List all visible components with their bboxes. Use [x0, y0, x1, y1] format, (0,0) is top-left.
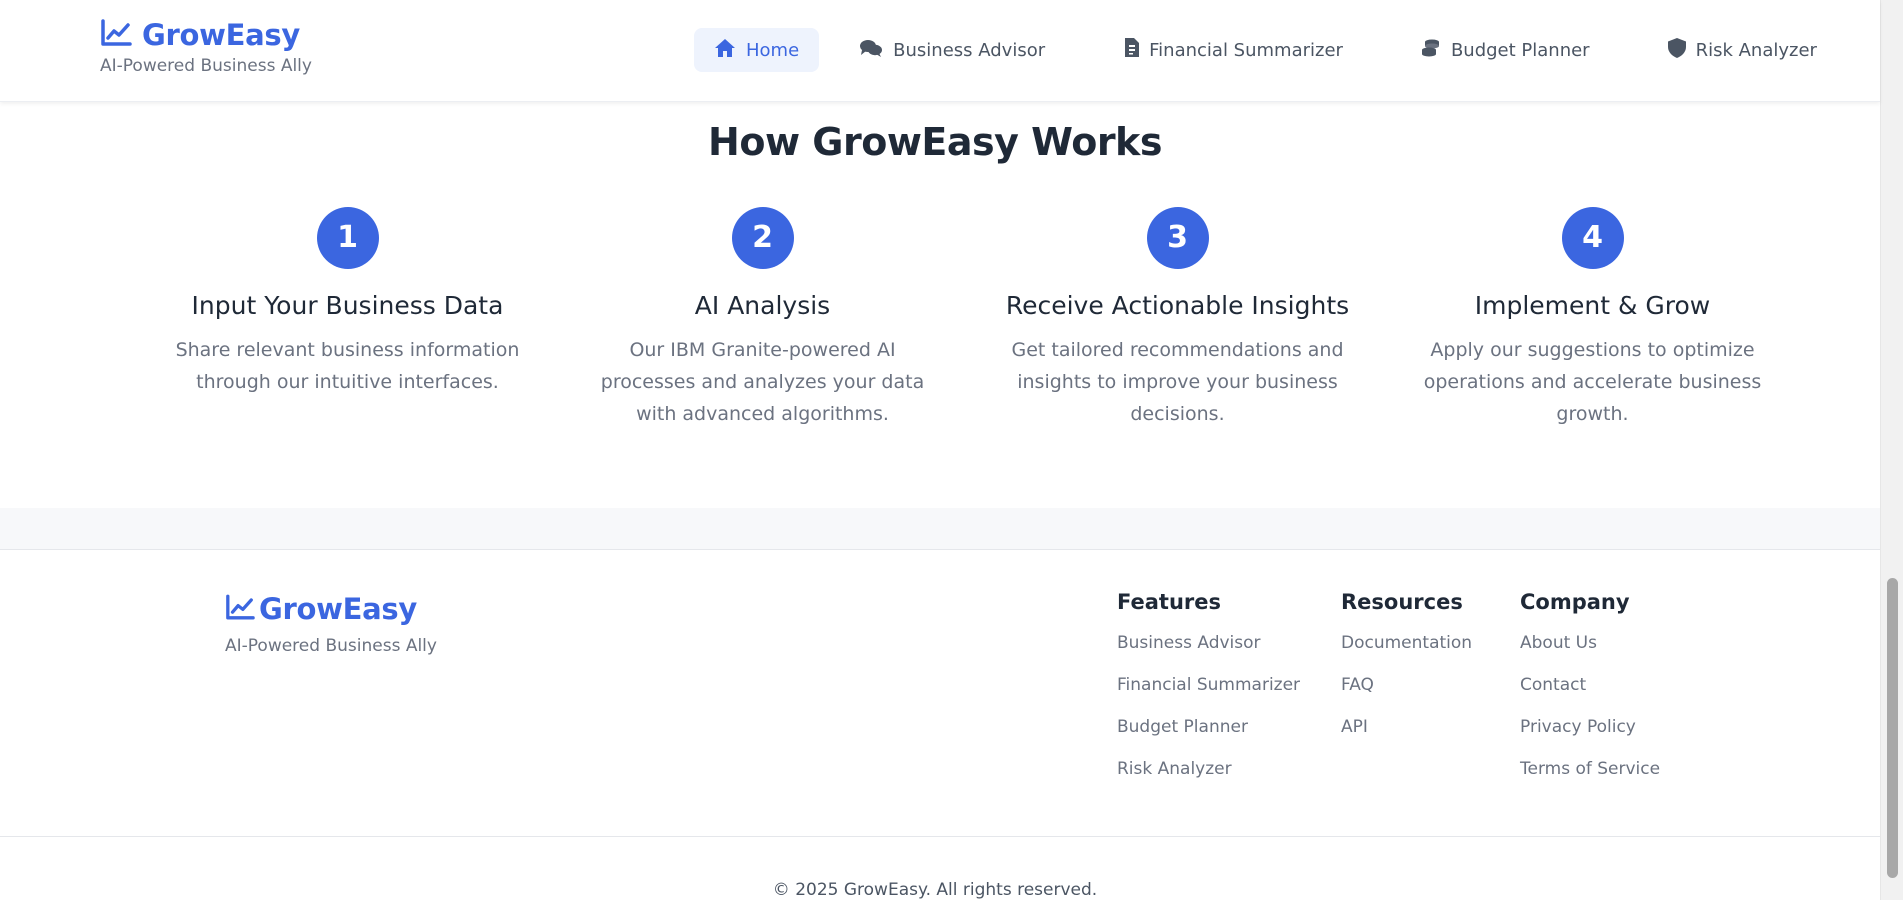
footer-link-risk-analyzer[interactable]: Risk Analyzer [1117, 758, 1300, 800]
footer-link-contact[interactable]: Contact [1520, 674, 1660, 716]
nav-financial-summarizer[interactable]: Financial Summarizer [1105, 28, 1363, 72]
step-title: Implement & Grow [1474, 291, 1711, 320]
shield-icon [1667, 37, 1686, 63]
footer-link-terms-of-service[interactable]: Terms of Service [1520, 758, 1660, 800]
main-nav: Home Business Advisor Financial Summariz… [694, 28, 1837, 72]
footer-link-business-advisor[interactable]: Business Advisor [1117, 632, 1300, 674]
page-scrollbar[interactable] [1880, 0, 1903, 900]
footer-link-api[interactable]: API [1341, 716, 1472, 758]
step-description: Our IBM Granite-powered AI processes and… [600, 339, 925, 425]
footer-divider [0, 836, 1880, 837]
footer-link-budget-planner[interactable]: Budget Planner [1117, 716, 1300, 758]
nav-risk-analyzer[interactable]: Risk Analyzer [1648, 28, 1837, 72]
file-invoice-icon [1125, 38, 1140, 62]
footer-link-privacy-policy[interactable]: Privacy Policy [1520, 716, 1660, 758]
footer-heading: Resources [1341, 590, 1463, 614]
step-number-badge: 3 [1146, 207, 1209, 269]
section-title: How GrowEasy Works [708, 120, 1162, 164]
nav-business-advisor[interactable]: Business Advisor [839, 28, 1065, 72]
step-number-badge: 4 [1561, 207, 1624, 269]
chart-line-icon [100, 19, 132, 51]
brand-subtitle: AI-Powered Business Ally [100, 56, 312, 76]
brand[interactable]: GrowEasy AI-Powered Business Ally [100, 18, 312, 76]
nav-financial-summarizer-label: Financial Summarizer [1149, 39, 1343, 61]
step-3: 3 Receive Actionable Insights Get tailor… [970, 207, 1385, 430]
top-navbar: GrowEasy AI-Powered Business Ally Home B… [0, 0, 1880, 102]
footer: GrowEasy AI-Powered Business Ally Featur… [0, 550, 1880, 900]
step-description: Apply our suggestions to optimize operat… [1423, 339, 1762, 425]
footer-column-features: Features Business Advisor Financial Summ… [1117, 590, 1300, 800]
step-2: 2 AI Analysis Our IBM Granite-powered AI… [555, 207, 970, 430]
chart-line-icon [225, 594, 255, 625]
brand-title: GrowEasy [142, 18, 300, 52]
nav-risk-analyzer-label: Risk Analyzer [1695, 39, 1817, 61]
step-title: Receive Actionable Insights [1005, 291, 1350, 320]
coins-icon [1421, 38, 1441, 63]
step-number-badge: 2 [731, 207, 794, 269]
nav-home[interactable]: Home [694, 28, 820, 72]
step-description: Share relevant business information thro… [175, 339, 520, 393]
footer-brand-title: GrowEasy [259, 592, 417, 626]
nav-budget-planner-label: Budget Planner [1450, 39, 1590, 61]
step-4: 4 Implement & Grow Apply our suggestions… [1385, 207, 1800, 430]
step-1: 1 Input Your Business Data Share relevan… [140, 207, 555, 430]
comments-icon [859, 38, 883, 63]
footer-column-company: Company About Us Contact Privacy Policy … [1520, 590, 1660, 800]
step-title: AI Analysis [694, 291, 831, 320]
how-it-works-section: How GrowEasy Works 1 Input Your Business… [0, 102, 1880, 508]
nav-home-label: Home [746, 39, 800, 61]
nav-budget-planner[interactable]: Budget Planner [1401, 28, 1610, 72]
footer-heading: Company [1520, 590, 1630, 614]
nav-business-advisor-label: Business Advisor [893, 39, 1046, 61]
step-number-badge: 1 [316, 207, 379, 269]
footer-column-resources: Resources Documentation FAQ API [1341, 590, 1472, 758]
section-separator-band [0, 508, 1880, 550]
step-title: Input Your Business Data [191, 291, 504, 320]
steps-list: 1 Input Your Business Data Share relevan… [140, 207, 1800, 430]
copyright-text: © 2025 GrowEasy. All rights reserved. [772, 880, 1098, 900]
step-description: Get tailored recommendations and insight… [1011, 339, 1344, 425]
home-icon [714, 38, 736, 63]
footer-brand-subtitle: AI-Powered Business Ally [225, 636, 437, 656]
footer-link-faq[interactable]: FAQ [1341, 674, 1472, 716]
footer-link-documentation[interactable]: Documentation [1341, 632, 1472, 674]
footer-link-about-us[interactable]: About Us [1520, 632, 1660, 674]
footer-heading: Features [1117, 590, 1221, 614]
scrollbar-thumb[interactable] [1887, 578, 1898, 878]
footer-brand[interactable]: GrowEasy AI-Powered Business Ally [225, 592, 437, 656]
footer-link-financial-summarizer[interactable]: Financial Summarizer [1117, 674, 1300, 716]
